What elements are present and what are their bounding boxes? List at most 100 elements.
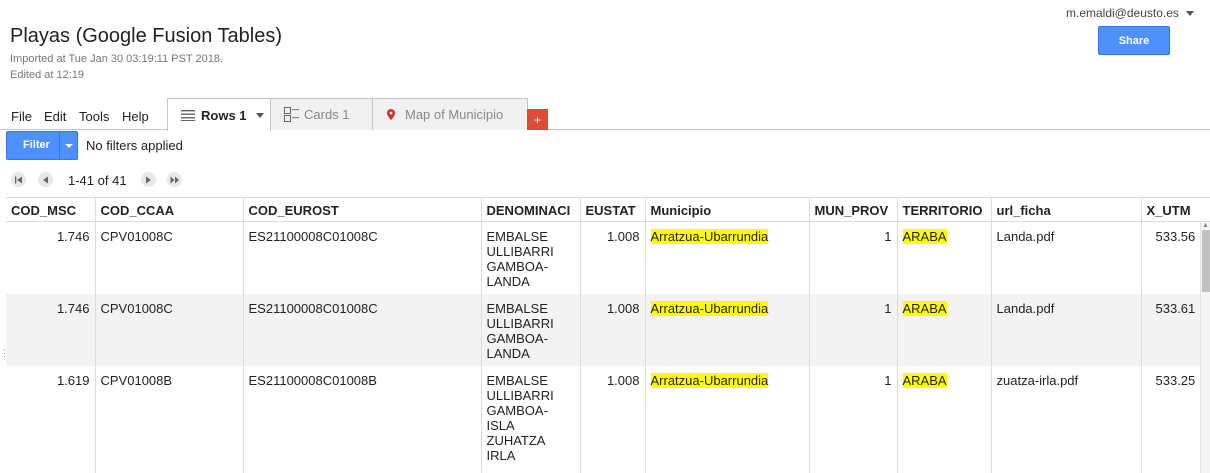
tab-rows[interactable]: Rows 1 [167, 98, 271, 131]
denominaci-line: GAMBOA- [486, 402, 548, 418]
denominaci-line: ULLIBARRI [486, 315, 554, 331]
cell-cod-msc[interactable]: 1.619 [6, 365, 96, 473]
search-highlight: ARABA [902, 300, 947, 316]
denominaci-line: EMBALSE [486, 300, 548, 316]
cell-territorio[interactable]: ARABA [897, 293, 992, 366]
denominaci-line: GAMBOA- [486, 259, 548, 274]
prev-page-icon [43, 176, 48, 183]
column-header[interactable]: COD_MSC [6, 197, 96, 222]
add-tab-button[interactable]: + [527, 109, 548, 130]
imported-timestamp: Imported at Tue Jan 30 03:19:11 PST 2018… [10, 53, 224, 65]
column-header[interactable]: MUN_PROV [809, 197, 898, 222]
table-row[interactable]: 1.619 CPV01008B ES21100008C01008B EMBALS… [6, 365, 1210, 473]
cell-mun-prov[interactable]: 1 [809, 293, 898, 366]
scroll-thumb[interactable] [1202, 230, 1210, 292]
next-page-icon [146, 176, 151, 183]
cell-mun-prov[interactable]: 1 [809, 365, 898, 473]
search-highlight: Arratzua-Ubarrundia [650, 300, 769, 316]
filter-separator [59, 132, 60, 159]
cell-cod-ccaa[interactable]: CPV01008C [95, 293, 244, 366]
menu-file[interactable]: File [11, 109, 32, 124]
vertical-scrollbar[interactable]: ▲ [1200, 222, 1210, 473]
denominaci-line: ZUHATZA [486, 432, 546, 448]
chevron-down-icon[interactable] [255, 112, 264, 118]
panel-resize-handle[interactable]: ⋮ [0, 348, 9, 359]
first-page-button[interactable] [11, 172, 26, 187]
column-header[interactable]: COD_CCAA [95, 197, 244, 222]
column-header[interactable]: X_UTM [1141, 197, 1210, 222]
account-menu[interactable]: m.emaldi@deusto.es [1066, 6, 1194, 20]
column-header[interactable]: COD_EUROST [243, 197, 482, 222]
cell-cod-msc[interactable]: 1.746 [6, 221, 96, 294]
last-page-button[interactable] [167, 172, 182, 187]
cell-cod-msc[interactable]: 1.746 [6, 293, 96, 366]
cell-denominaci[interactable]: EMBALSE ULLIBARRI GAMBOA- ISLA ZUHATZA I… [481, 365, 581, 473]
cell-municipio[interactable]: Arratzua-Ubarrundia [645, 365, 810, 473]
denominaci-line: ULLIBARRI [486, 244, 554, 259]
cell-cod-ccaa[interactable]: CPV01008C [95, 221, 244, 294]
tab-cards-label: Cards 1 [304, 107, 350, 122]
denominaci-line: EMBALSE [486, 229, 548, 244]
tab-cards[interactable]: Cards 1 [270, 98, 373, 130]
cell-denominaci[interactable]: EMBALSE ULLIBARRI GAMBOA- LANDA [481, 221, 581, 294]
tab-rows-label: Rows 1 [201, 107, 247, 123]
denominaci-line: ISLA [486, 417, 515, 433]
denominaci-line: LANDA [486, 274, 530, 289]
cell-territorio[interactable]: ARABA [897, 365, 992, 473]
data-grid: COD_MSC COD_CCAA COD_EUROST DENOMINACI E… [6, 197, 1210, 473]
filter-status: No filters applied [86, 138, 183, 153]
cell-municipio[interactable]: Arratzua-Ubarrundia [645, 221, 810, 294]
cell-url-ficha[interactable]: Landa.pdf [991, 221, 1142, 294]
cell-cod-eurost[interactable]: ES21100008C01008C [243, 293, 482, 366]
chevron-down-icon [1185, 10, 1194, 16]
cell-cod-eurost[interactable]: ES21100008C01008C [243, 221, 482, 294]
cell-mun-prov[interactable]: 1 [809, 221, 898, 294]
denominaci-line: IRLA [486, 447, 516, 463]
account-email: m.emaldi@deusto.es [1066, 6, 1179, 20]
table-row[interactable]: 1.746 CPV01008C ES21100008C01008C EMBALS… [6, 293, 1210, 366]
table-header-row: COD_MSC COD_CCAA COD_EUROST DENOMINACI E… [6, 197, 1210, 222]
denominaci-line: EMBALSE [486, 372, 548, 388]
search-highlight: ARABA [902, 372, 947, 388]
cell-territorio[interactable]: ARABA [897, 221, 992, 294]
column-header[interactable]: DENOMINACI [481, 197, 581, 222]
menu-edit[interactable]: Edit [44, 109, 66, 124]
tab-map[interactable]: Map of Municipio [372, 98, 528, 130]
rows-table: COD_MSC COD_CCAA COD_EUROST DENOMINACI E… [6, 197, 1210, 473]
last-page-icon [170, 176, 179, 183]
denominaci-line: LANDA [486, 345, 530, 361]
scroll-up-icon[interactable]: ▲ [1202, 222, 1209, 229]
cell-cod-eurost[interactable]: ES21100008C01008B [243, 365, 482, 473]
filter-button[interactable]: Filter [6, 131, 78, 160]
filter-label: Filter [23, 139, 50, 151]
column-header[interactable]: url_ficha [991, 197, 1142, 222]
table-row[interactable]: 1.746 CPV01008C ES21100008C01008C EMBALS… [6, 221, 1210, 294]
cell-municipio[interactable]: Arratzua-Ubarrundia [645, 293, 810, 366]
rows-icon [181, 110, 195, 121]
menu-help[interactable]: Help [122, 109, 149, 124]
column-header[interactable]: EUSTAT [580, 197, 646, 222]
share-button[interactable]: Share [1098, 26, 1170, 55]
cell-url-ficha[interactable]: zuatza-irla.pdf [991, 365, 1142, 473]
map-pin-icon [387, 109, 395, 120]
denominaci-line: ULLIBARRI [486, 387, 554, 403]
column-header[interactable]: Municipio [645, 197, 810, 222]
menu-tools[interactable]: Tools [79, 109, 109, 124]
page-range: 1-41 of 41 [68, 173, 127, 188]
tab-map-label: Map of Municipio [405, 107, 504, 122]
edited-timestamp: Edited at 12:19 [10, 69, 85, 81]
cell-url-ficha[interactable]: Landa.pdf [991, 293, 1142, 366]
cell-denominaci[interactable]: EMBALSE ULLIBARRI GAMBOA- LANDA [481, 293, 581, 366]
prev-page-button[interactable] [38, 172, 53, 187]
search-highlight: Arratzua-Ubarrundia [650, 372, 769, 388]
cell-eustat[interactable]: 1.008 [580, 293, 646, 366]
cell-eustat[interactable]: 1.008 [580, 365, 646, 473]
search-highlight: ARABA [902, 229, 947, 244]
cell-cod-ccaa[interactable]: CPV01008B [95, 365, 244, 473]
page-title: Playas (Google Fusion Tables) [10, 25, 282, 47]
chevron-down-icon[interactable] [65, 144, 73, 148]
column-header[interactable]: TERRITORIO [897, 197, 992, 222]
cell-eustat[interactable]: 1.008 [580, 221, 646, 294]
first-page-icon [15, 176, 22, 183]
next-page-button[interactable] [141, 172, 156, 187]
